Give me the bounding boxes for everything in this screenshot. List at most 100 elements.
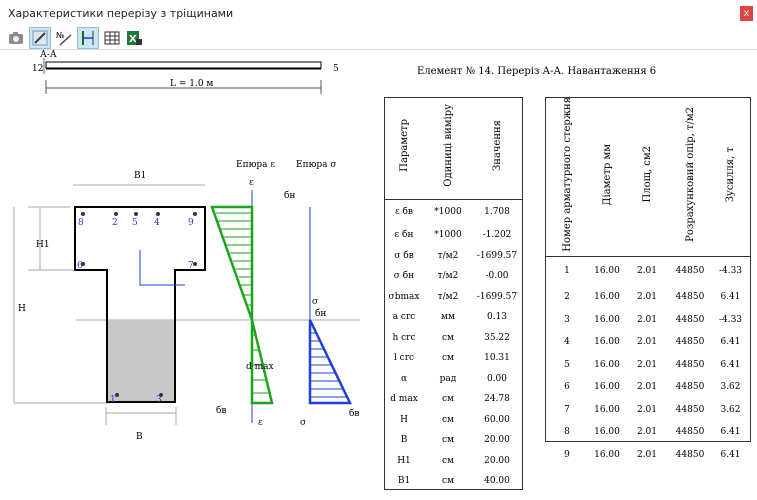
bottom-sigma: σ [300,418,307,428]
bottom-epsilon: ε [258,418,263,428]
table-button[interactable] [102,28,122,48]
table-icon [104,31,120,45]
param-unit-cell: мм [440,312,455,323]
bar-number-cell: 8 [564,427,570,438]
bar-resistance-cell: 44850 [675,314,705,325]
table-row: Hсм 60.00 [384,410,522,431]
bar-number-cell: 5 [564,359,570,370]
param-value-cell: -0.00 [485,271,509,282]
bar-area-cell: 2.01 [636,359,658,370]
camera-button[interactable] [6,28,26,48]
svg-text:X: X [129,34,137,45]
bar-force-cell: -4.33 [718,314,743,325]
bars-header-diameter: Діаметр мм [601,143,613,206]
bar-force-cell: 6.41 [720,449,741,460]
bar-number-cell: 2 [564,292,570,303]
param-value-cell: -1.202 [482,230,512,241]
table-row: 6 16.00 2.01 44850 3.62 [545,376,750,399]
element-title: Елемент № 14. Переріз А-А. Навантаження … [417,66,657,77]
table-row: 9 16.00 2.01 44850 6.41 [545,444,750,467]
table-row: B1 см 40.00 [384,471,522,492]
param-value-cell: 0.00 [486,373,508,384]
axis-button[interactable] [77,27,99,49]
param-unit-cell: см [441,394,455,405]
param-unit-cell: *1000 [434,230,462,241]
bar-number-cell: 3 [564,314,570,325]
bar-force-cell: 6.41 [720,427,741,438]
param-unit-cell: см [441,476,455,487]
close-button[interactable]: x [740,6,753,21]
param-name-cell: H1 [397,455,411,466]
bar-number: 6 [77,261,83,271]
table-row: h crc см 35.22 [384,328,522,349]
table-row: σ бн т/м2 -0.00 [384,266,522,287]
bar-number: 1 [110,395,116,405]
param-value-cell: 20.00 [484,435,510,446]
param-value-cell: 20.00 [484,455,510,466]
table-row: a crc мм 0.13 [384,307,522,328]
bar-diameter-cell: 16.00 [594,266,620,277]
bar-diameter-cell: 16.00 [594,382,620,393]
param-unit-cell: см [441,455,455,466]
param-unit-cell: см [441,435,455,446]
bars-table: Номер арматурного стержня Діаметр мм Пло… [545,97,750,466]
bar-area-cell: 2.01 [636,404,658,415]
window-title: Характеристики перерізу з тріщинами [8,7,234,20]
table-row: σ бв т/м2 -1699.57 [384,246,522,267]
label-h1: H1 [36,240,50,250]
param-name-cell: d max [390,394,418,405]
param-name-cell: B [400,435,408,446]
axis-icon [82,31,94,45]
param-name-cell: a crc [392,312,416,323]
param-value-cell: 0.13 [486,312,508,323]
table-row: 2 16.00 2.01 44850 6.41 [545,286,750,309]
bar-number: 3 [156,395,162,405]
bars-header-resistance: Розрахунковий опір, т/м2 [684,106,696,242]
bar-resistance-cell: 44850 [675,449,705,460]
pen-button[interactable] [29,27,51,49]
bar-area-cell: 2.01 [636,314,658,325]
toolbar: № X [0,27,757,50]
param-value-cell: 10.31 [484,353,510,364]
bar-force-cell: 3.62 [720,382,741,393]
bar-number: 8 [78,218,84,228]
bar-force-cell: 6.41 [720,292,741,303]
bar-resistance-cell: 44850 [675,292,705,303]
label-b: B [136,432,143,442]
bar-diameter-cell: 16.00 [594,404,620,415]
param-value-cell: 35.22 [484,332,510,343]
param-value-cell: 40.00 [484,476,510,487]
table-row: 7 16.00 2.01 44850 3.62 [545,399,750,422]
bar-area-cell: 2.01 [636,449,658,460]
bar-force-cell: 3.62 [720,404,741,415]
bar-number: 4 [154,218,160,228]
title-bar: Характеристики перерізу з тріщинами x [0,0,757,27]
numbering-button[interactable]: № [54,28,74,48]
param-unit-cell: см [441,414,455,425]
table-row: ε бн *1000 -1.202 [384,225,522,246]
bar-resistance-cell: 44850 [675,337,705,348]
bar-force-cell: 6.41 [720,337,741,348]
bar-diameter-cell: 16.00 [594,359,620,370]
bars-header-force: Зусилля, т [725,146,736,202]
bars-header-area: Площ, см2 [641,146,653,203]
bar-number-cell: 7 [564,404,570,415]
param-value-cell: 1.708 [484,207,510,218]
param-name-cell: ε бв [394,207,413,218]
param-name-cell: σ бн [393,271,415,282]
table-row: Bсм 20.00 [384,430,522,451]
bar-diameter-cell: 16.00 [594,449,620,460]
params-header-unit: Одиниці виміру [442,104,454,188]
bar-number: 9 [188,218,194,228]
param-value-cell: -1699.57 [476,291,518,302]
param-unit-cell: см [441,332,455,343]
param-value-cell: -1699.57 [476,250,518,261]
beam-length-label: L = 1.0 м [170,79,214,89]
bar-resistance-cell: 44850 [675,382,705,393]
excel-button[interactable]: X [124,28,144,48]
pen-icon [32,30,48,46]
epsilon-symbol: ε [249,178,254,188]
beam-drawing [43,58,322,94]
table-row: 1 16.00 2.01 44850 -4.33 [545,256,750,286]
params-table: Параметр Одиниці виміру Значення ε бв *10… [384,97,522,492]
